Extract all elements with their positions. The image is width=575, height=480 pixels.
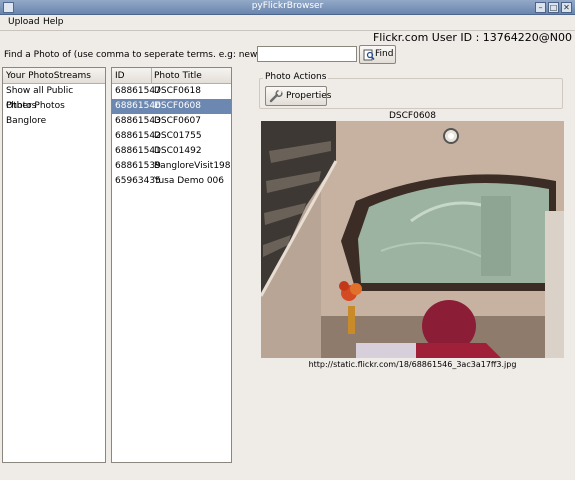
photostreams-list: Show all Public Photos Other Photos Bang… bbox=[3, 84, 105, 129]
stream-item-public[interactable]: Show all Public Photos bbox=[3, 84, 105, 111]
photo-title-cell: Yusa Demo 006 bbox=[154, 176, 225, 186]
photo-title-cell: DSC01492 bbox=[154, 146, 202, 156]
photo-row[interactable]: 65963435 Yusa Demo 006 bbox=[112, 174, 231, 189]
search-input[interactable] bbox=[257, 46, 357, 62]
find-icon bbox=[363, 49, 375, 61]
column-separator[interactable] bbox=[151, 68, 152, 84]
photo-url: http://static.flickr.com/18/68861546_3ac… bbox=[308, 360, 517, 369]
photos-header: ID Photo Title bbox=[112, 68, 231, 84]
column-id-header[interactable]: ID bbox=[115, 71, 125, 81]
photostreams-panel: Your PhotoStreams Show all Public Photos… bbox=[2, 67, 106, 463]
close-button[interactable]: ✕ bbox=[561, 2, 572, 13]
photo-title-cell: DSCF0618 bbox=[154, 86, 202, 96]
find-button[interactable]: Find bbox=[359, 45, 396, 64]
photo-row[interactable]: 68861546 DSCF0608 bbox=[112, 99, 231, 114]
photostreams-header-label: Your PhotoStreams bbox=[6, 71, 91, 81]
photos-panel: ID Photo Title 68861547 DSCF0618 68861546 D… bbox=[111, 67, 232, 463]
photo-title-cell: DSC01755 bbox=[154, 131, 202, 141]
properties-button[interactable]: Properties bbox=[265, 86, 331, 106]
photo-row[interactable]: 68861543 DSCF0607 bbox=[112, 114, 231, 129]
stream-item-other[interactable]: Other Photos bbox=[3, 99, 105, 114]
photo-title-cell: BangloreVisit198 bbox=[154, 161, 231, 171]
find-button-label: Find bbox=[375, 49, 394, 59]
stream-item-banglore[interactable]: Banglore bbox=[3, 114, 105, 129]
photo-row[interactable]: 68861539 BangloreVisit198 bbox=[112, 159, 231, 174]
photo-image bbox=[261, 121, 564, 358]
window-title: pyFlickrBrowser bbox=[251, 1, 324, 11]
photostreams-header[interactable]: Your PhotoStreams bbox=[3, 68, 105, 84]
photo-preview bbox=[261, 121, 564, 358]
photo-row[interactable]: 68861547 DSCF0618 bbox=[112, 84, 231, 99]
photo-row[interactable]: 68861542 DSC01755 bbox=[112, 129, 231, 144]
user-id-label: Flickr.com User ID : 13764220@N00 bbox=[372, 31, 572, 44]
menu-upload[interactable]: Upload bbox=[8, 17, 40, 27]
photo-title-cell: DSCF0607 bbox=[154, 116, 202, 126]
photo-row[interactable]: 68861541 DSC01492 bbox=[112, 144, 231, 159]
properties-button-label: Properties bbox=[286, 91, 332, 101]
photo-title: DSCF0608 bbox=[388, 111, 436, 121]
minimize-button[interactable]: – bbox=[535, 2, 546, 13]
wrench-icon bbox=[269, 90, 283, 103]
window-titlebar: pyFlickrBrowser – □ ✕ bbox=[0, 0, 575, 15]
menubar: Upload Help bbox=[0, 15, 575, 31]
photo-title-cell: DSCF0608 bbox=[154, 101, 202, 111]
menu-help[interactable]: Help bbox=[43, 17, 64, 27]
photos-list: 68861547 DSCF0618 68861546 DSCF0608 68861543… bbox=[112, 84, 231, 189]
photo-actions-legend: Photo Actions bbox=[263, 72, 329, 82]
maximize-button[interactable]: □ bbox=[548, 2, 559, 13]
column-title-header[interactable]: Photo Title bbox=[154, 71, 202, 81]
